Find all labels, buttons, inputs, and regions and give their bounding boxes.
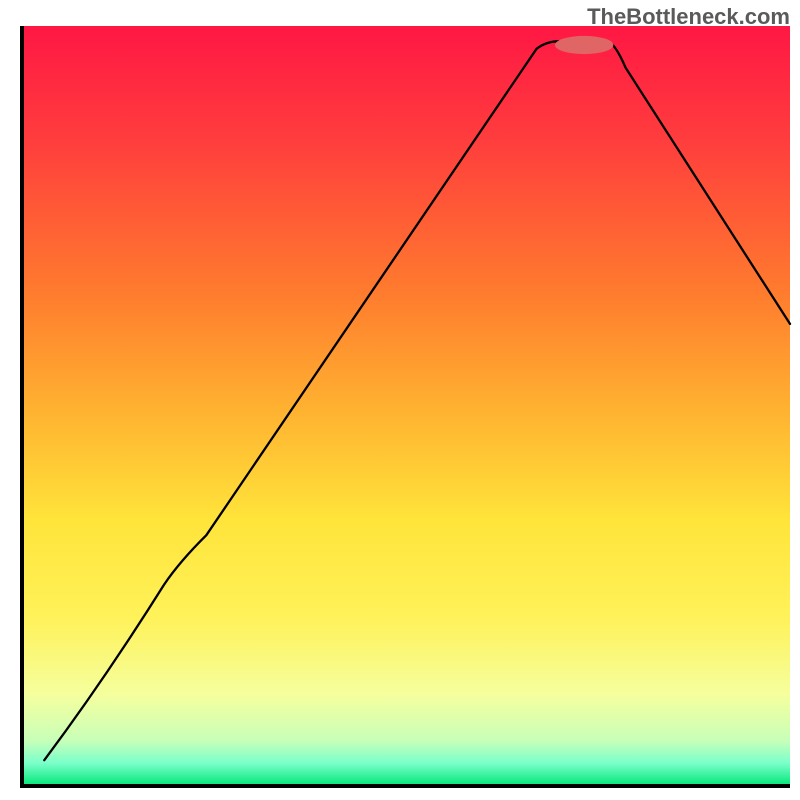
watermark-text: TheBottleneck.com bbox=[587, 4, 790, 30]
chart-svg bbox=[0, 0, 800, 800]
bottleneck-chart: TheBottleneck.com bbox=[0, 0, 800, 800]
